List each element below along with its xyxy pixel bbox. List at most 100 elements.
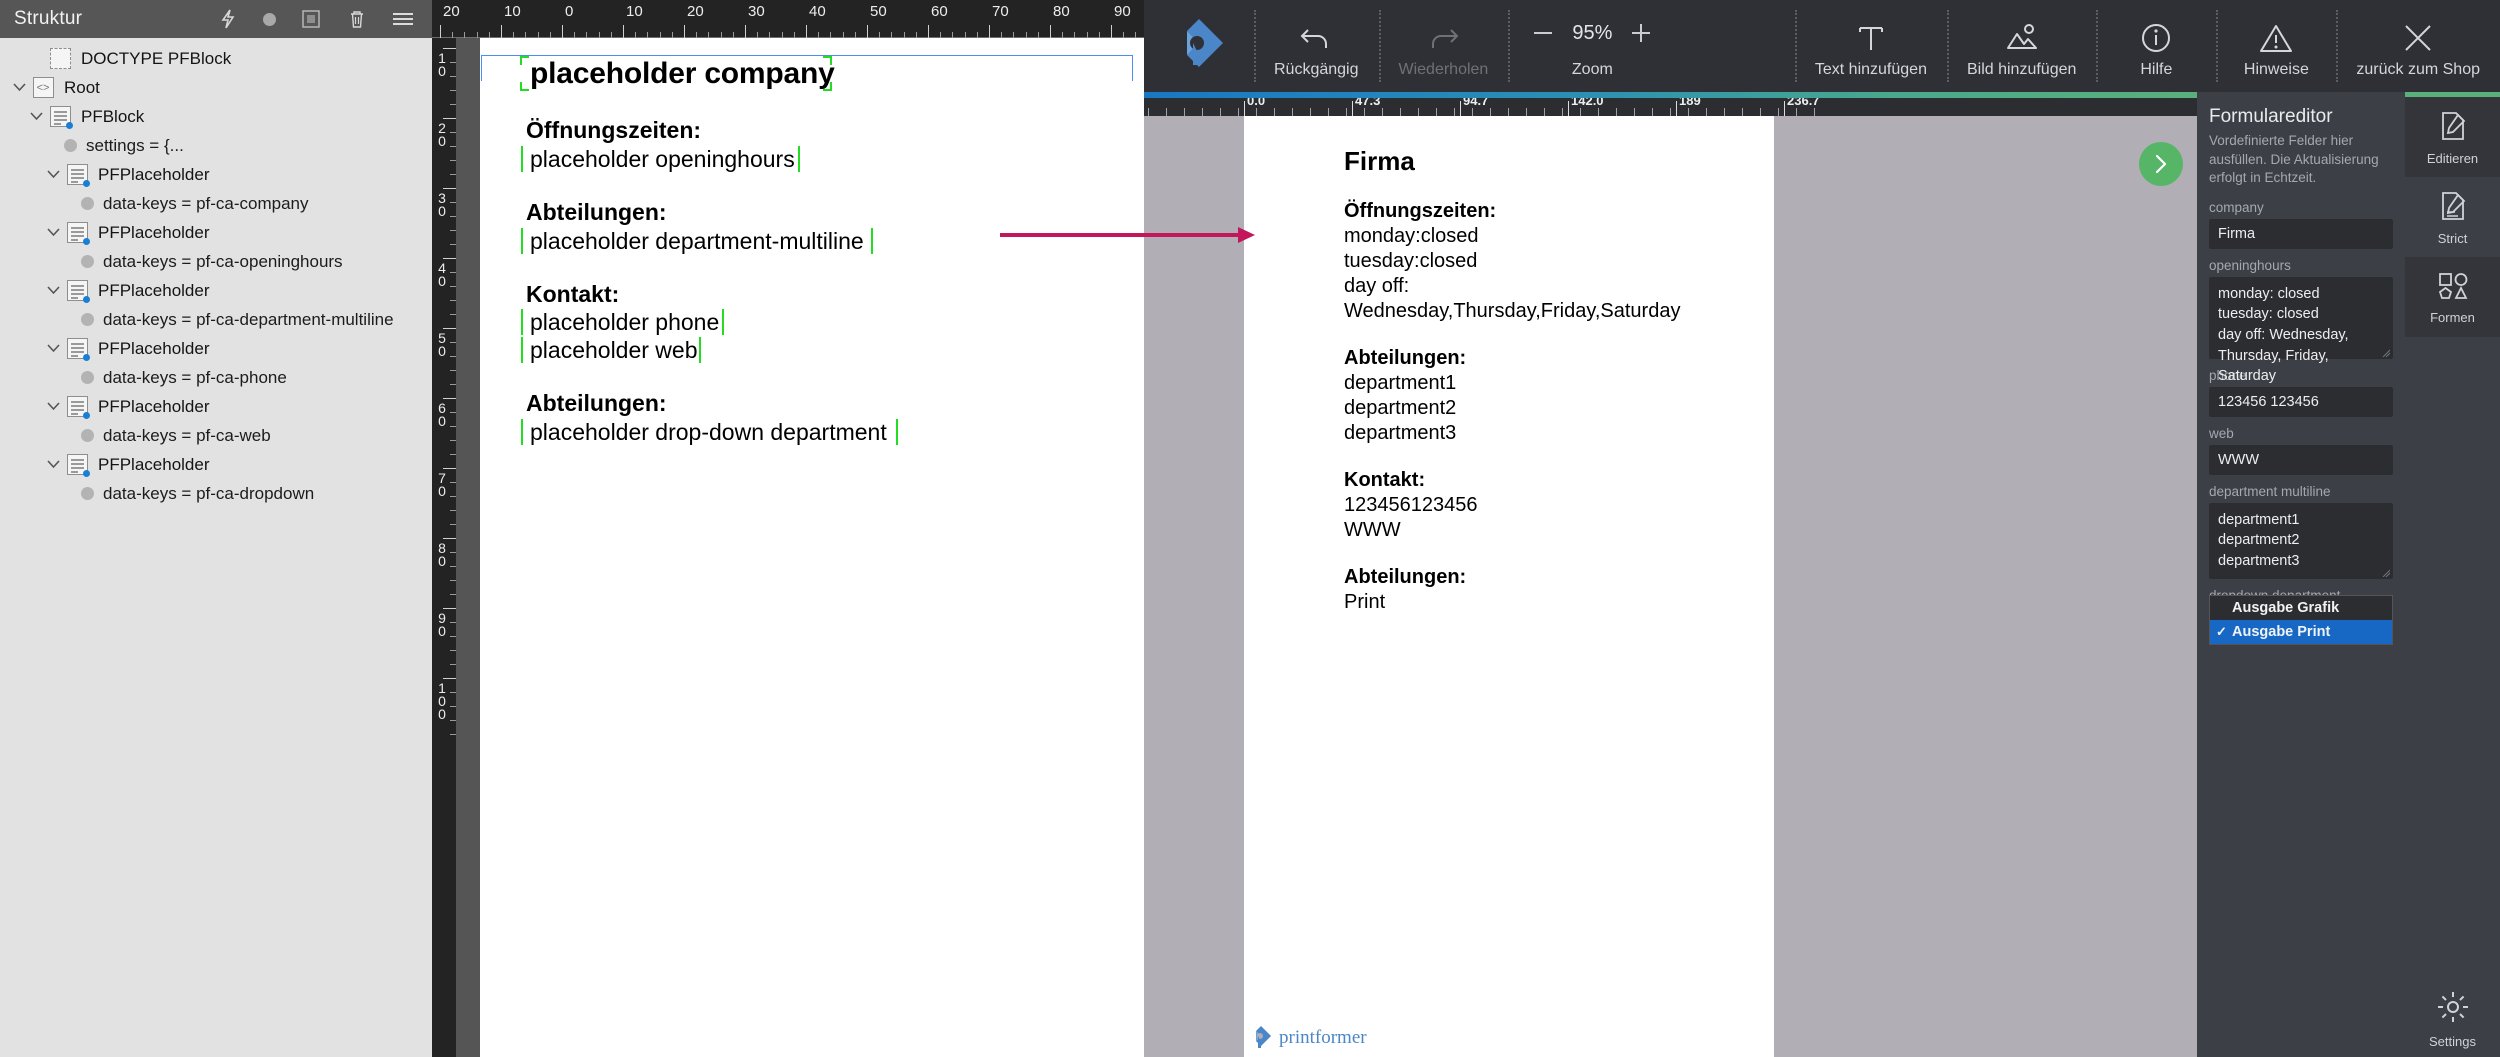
preview-ruler-tick-minor <box>1310 108 1311 116</box>
field-label-openinghours: openinghours <box>2209 258 2393 273</box>
chevron-down-icon[interactable] <box>8 83 30 92</box>
tree-row[interactable]: data-keys = pf-ca-dropdown <box>0 479 432 508</box>
tree-row[interactable]: data-keys = pf-ca-openinghours <box>0 247 432 276</box>
ruler-tick-minor <box>477 32 478 38</box>
redo-button[interactable]: Wiederholen <box>1379 0 1509 92</box>
collapse-icon[interactable] <box>300 8 322 30</box>
ruler-label: 9 0 <box>435 612 449 638</box>
zoom-in-button[interactable] <box>1628 20 1654 46</box>
ruler-tick-minor <box>464 32 465 38</box>
ruler-label: 0 <box>565 3 573 20</box>
ruler-tick <box>443 538 456 539</box>
trash-icon[interactable] <box>346 8 368 30</box>
preview-ruler-tick-minor <box>1328 108 1329 116</box>
tree-row[interactable]: data-keys = pf-ca-phone <box>0 363 432 392</box>
tree-row[interactable]: data-keys = pf-ca-department-multiline <box>0 305 432 334</box>
chevron-down-icon[interactable] <box>42 344 64 353</box>
chevron-down-icon[interactable] <box>42 170 64 179</box>
tree-row[interactable]: data-keys = pf-ca-web <box>0 421 432 450</box>
chevron-down-icon[interactable] <box>42 402 64 411</box>
add-image-button[interactable]: Bild hinzufügen <box>1947 0 2096 92</box>
watermark-label: printformer <box>1279 1027 1367 1049</box>
ruler-label: 40 <box>809 3 826 20</box>
editor-document-text: placeholder company Öffnungszeiten: plac… <box>526 56 1132 446</box>
openinghours-textarea[interactable]: monday: closed tuesday: closed day off: … <box>2209 277 2393 359</box>
ruler-tick-minor <box>450 202 456 203</box>
doc-section-heading: Abteilungen: <box>526 199 1132 227</box>
right-rail: Editieren Strict Formen <box>2405 92 2500 1057</box>
chevron-down-icon[interactable] <box>42 460 64 469</box>
preview-page[interactable]: Firma Öffnungszeiten: monday:closed tues… <box>1244 116 1774 1057</box>
tree-row[interactable]: PFPlaceholder <box>0 218 432 247</box>
ruler-tick-minor <box>450 594 456 595</box>
resize-grip-icon[interactable] <box>2381 348 2390 357</box>
circle-icon[interactable] <box>263 13 276 26</box>
company-input[interactable] <box>2209 219 2393 249</box>
ruler-tick-minor <box>450 62 456 63</box>
doc-placeholder-line[interactable]: placeholder phone <box>526 308 1132 336</box>
tree-row[interactable]: <>Root <box>0 73 432 102</box>
doc-placeholder-line[interactable]: placeholder web <box>526 336 1132 364</box>
rail-settings-label: Settings <box>2429 1034 2476 1049</box>
preview-area: 0.047.394.7142.0189236.7 Firma Öffnungsz… <box>1144 92 2197 1057</box>
tree-row[interactable]: data-keys = pf-ca-company <box>0 189 432 218</box>
chevron-down-icon[interactable] <box>42 228 64 237</box>
help-button[interactable]: Hilfe <box>2096 0 2216 92</box>
zoom-out-button[interactable] <box>1530 20 1556 46</box>
attribute-dot-icon <box>81 371 94 384</box>
resize-grip-icon[interactable] <box>2381 568 2390 577</box>
department-multiline-textarea[interactable]: department1 department2 department3 <box>2209 503 2393 579</box>
preview-ruler-tick-minor <box>1508 108 1509 116</box>
tree-row[interactable]: PFPlaceholder <box>0 392 432 421</box>
rail-item-strict[interactable]: Strict <box>2405 177 2500 257</box>
next-step-button[interactable] <box>2139 142 2183 186</box>
ruler-tick-minor <box>450 104 456 105</box>
back-to-shop-button[interactable]: zurück zum Shop <box>2336 0 2500 92</box>
lightning-icon[interactable] <box>217 8 239 30</box>
phone-input[interactable] <box>2209 387 2393 417</box>
doc-placeholder-line[interactable]: placeholder openinghours <box>526 145 1132 173</box>
notices-button[interactable]: Hinweise <box>2216 0 2336 92</box>
check-icon: ✓ <box>2216 624 2227 640</box>
toolbar-spacer <box>1676 0 1795 92</box>
placeholder-marker-icon <box>520 56 529 65</box>
tree-row[interactable]: PFPlaceholder <box>0 276 432 305</box>
printformer-logo-icon[interactable] <box>1144 0 1254 92</box>
ruler-tick <box>443 468 456 469</box>
tree-row[interactable]: PFPlaceholder <box>0 334 432 363</box>
menu-icon[interactable] <box>392 8 414 30</box>
preview-line: 123456123456 <box>1344 493 1750 518</box>
ruler-tick <box>443 608 456 609</box>
doc-title-block[interactable]: placeholder company <box>526 56 1132 91</box>
ruler-tick <box>440 25 441 38</box>
dropdown-options-list[interactable]: Ausgabe Grafik ✓ Ausgabe Print <box>2209 595 2393 645</box>
preview-ruler-tick-minor <box>1562 108 1563 116</box>
dropdown-option-selected[interactable]: ✓ Ausgabe Print <box>2210 620 2392 644</box>
tree-row[interactable]: PFPlaceholder <box>0 450 432 479</box>
gear-icon <box>2437 991 2469 1026</box>
placeholder-marker-icon <box>521 419 523 445</box>
ruler-label: 8 0 <box>435 542 449 568</box>
tree-row[interactable]: PFBlock <box>0 102 432 131</box>
preview-ruler-tick-minor <box>1580 108 1581 116</box>
rail-item-formen[interactable]: Formen <box>2405 257 2500 337</box>
web-input[interactable] <box>2209 445 2393 475</box>
editor-page[interactable]: placeholder company Öffnungszeiten: plac… <box>480 38 1144 1057</box>
ruler-tick <box>623 25 624 38</box>
rail-item-editieren[interactable]: Editieren <box>2405 97 2500 177</box>
vertical-ruler: 1 02 03 04 05 06 07 08 09 01 0 0 <box>432 38 456 1057</box>
add-text-button[interactable]: Text hinzufügen <box>1795 0 1947 92</box>
tree-row[interactable]: PFPlaceholder <box>0 160 432 189</box>
chevron-down-icon[interactable] <box>25 112 47 121</box>
doc-placeholder-line[interactable]: placeholder drop-down department <box>526 418 1132 446</box>
preview-ruler-tick <box>1244 101 1245 116</box>
undo-button[interactable]: Rückgängig <box>1254 0 1379 92</box>
tree-row[interactable]: settings = {... <box>0 131 432 160</box>
chevron-down-icon[interactable] <box>42 286 64 295</box>
tree-row[interactable]: DOCTYPE PFBlock <box>0 44 432 73</box>
dropdown-option[interactable]: Ausgabe Grafik <box>2210 596 2392 620</box>
preview-ruler-tick <box>1676 101 1677 116</box>
rail-item-settings[interactable]: Settings <box>2405 991 2500 1049</box>
ruler-tick-minor <box>450 426 456 427</box>
ruler-label: 10 <box>504 3 521 20</box>
